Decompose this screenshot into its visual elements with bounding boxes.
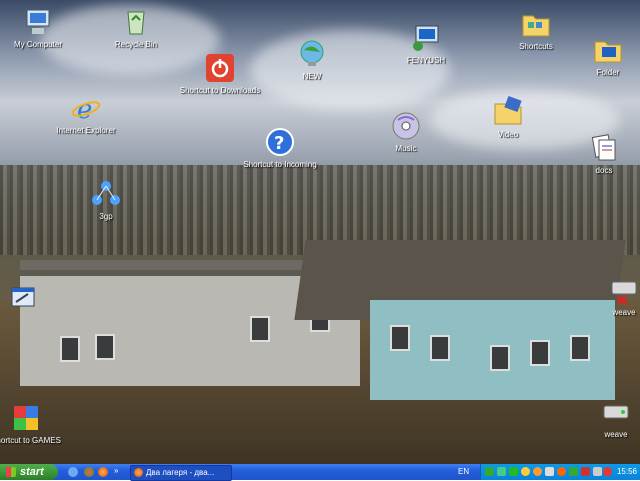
icon-label: FENYUSH bbox=[406, 56, 446, 65]
icon-label: Shortcut to Incoming bbox=[243, 160, 317, 169]
desktop[interactable]: My Computer Recycle Bin Shortcut to Down… bbox=[0, 0, 640, 464]
desktop-icon-folder[interactable]: Folder bbox=[566, 34, 640, 78]
tray-icon[interactable] bbox=[497, 467, 506, 476]
taskbar-button-firefox[interactable]: Два лагеря - два... bbox=[130, 465, 232, 481]
games-icon bbox=[10, 402, 42, 434]
desktop-icon-weave[interactable]: weave bbox=[582, 274, 640, 318]
quick-launch-chevron-icon[interactable]: » bbox=[114, 466, 120, 476]
icon-label: My Computer bbox=[13, 40, 62, 49]
desktop-icon-bottom-right[interactable]: weave bbox=[574, 396, 640, 440]
start-button[interactable]: start bbox=[0, 464, 58, 480]
desktop-icon-my-computer[interactable]: My Computer bbox=[0, 6, 80, 50]
desktop-icon-internet-explorer[interactable]: e Internet Explorer bbox=[44, 92, 128, 136]
icon-label: weave bbox=[612, 308, 636, 317]
my-computer-icon bbox=[22, 6, 54, 38]
quick-launch-chrome-icon[interactable] bbox=[84, 467, 94, 477]
tray-icon[interactable] bbox=[603, 467, 612, 476]
tray-icon[interactable] bbox=[521, 467, 530, 476]
application-icon bbox=[6, 282, 38, 314]
power-icon bbox=[204, 52, 236, 84]
start-label: start bbox=[20, 466, 44, 478]
firefox-icon bbox=[134, 468, 143, 477]
desktop-icon-left-app[interactable] bbox=[0, 282, 64, 316]
folder-icon bbox=[520, 8, 552, 40]
desktop-icon-shortcut-downloads[interactable]: Shortcut to Downloads bbox=[178, 52, 262, 96]
desktop-icon-docs[interactable]: docs bbox=[562, 132, 640, 176]
task-label: Два лагеря - два... bbox=[146, 468, 215, 477]
desktop-icon-shortcut-incoming[interactable]: ? Shortcut to Incoming bbox=[238, 126, 322, 170]
tray-icon[interactable] bbox=[569, 467, 578, 476]
network-computer-icon bbox=[410, 22, 442, 54]
tray-icon[interactable] bbox=[545, 467, 554, 476]
tray-icon[interactable] bbox=[581, 467, 590, 476]
drive-icon bbox=[600, 396, 632, 428]
folder-computer-icon bbox=[592, 34, 624, 66]
svg-text:e: e bbox=[77, 95, 92, 124]
quick-launch-firefox-icon[interactable] bbox=[98, 467, 108, 477]
desktop-icon-new[interactable]: NEW bbox=[270, 38, 354, 82]
taskbar: start » Два лагеря - два... EN 15:56 bbox=[0, 464, 640, 481]
globe-icon bbox=[296, 38, 328, 70]
desktop-icon-music[interactable]: Music bbox=[364, 110, 448, 154]
icon-label: Music bbox=[395, 144, 417, 153]
icon-label: Shortcut to GAMES bbox=[0, 436, 61, 445]
tray-icon[interactable] bbox=[533, 467, 542, 476]
language-indicator[interactable]: EN bbox=[458, 464, 472, 480]
drive-error-icon bbox=[608, 274, 640, 306]
svg-text:?: ? bbox=[274, 133, 284, 154]
icon-label: Folder bbox=[596, 68, 620, 77]
help-icon: ? bbox=[264, 126, 296, 158]
network-icon bbox=[90, 178, 122, 210]
icon-label: Video bbox=[497, 130, 519, 139]
tray-icon[interactable] bbox=[557, 467, 566, 476]
volume-icon[interactable] bbox=[593, 467, 602, 476]
desktop-icon-3gp[interactable]: 3gp bbox=[64, 178, 148, 222]
recycle-bin-icon bbox=[120, 6, 152, 38]
windows-flag-icon bbox=[6, 467, 16, 477]
icon-label: docs bbox=[595, 166, 613, 175]
cd-music-icon bbox=[390, 110, 422, 142]
icon-label: 3gp bbox=[99, 212, 113, 221]
system-tray: 15:56 bbox=[480, 464, 640, 480]
tray-icon[interactable] bbox=[485, 467, 494, 476]
tray-icon[interactable] bbox=[509, 467, 518, 476]
icon-label: Recycle Bin bbox=[114, 40, 158, 49]
icon-label: weave bbox=[604, 430, 628, 439]
desktop-icon-video[interactable]: Video bbox=[466, 95, 550, 140]
icon-label: Internet Explorer bbox=[56, 126, 116, 135]
desktop-icon-shortcut-games[interactable]: Shortcut to GAMES bbox=[0, 402, 68, 446]
desktop-icon-fenyush[interactable]: FENYUSH bbox=[384, 22, 468, 66]
desktop-icon-recycle-bin[interactable]: Recycle Bin bbox=[94, 6, 178, 50]
internet-explorer-icon: e bbox=[70, 92, 102, 125]
icon-label: NEW bbox=[302, 72, 322, 81]
quick-launch-desktop-icon[interactable] bbox=[68, 467, 78, 477]
documents-icon bbox=[588, 132, 620, 164]
wallpaper-building bbox=[370, 300, 615, 400]
clock[interactable]: 15:56 bbox=[617, 464, 637, 480]
icon-label: Shortcut to Downloads bbox=[179, 86, 261, 95]
video-folder-icon bbox=[492, 95, 524, 128]
